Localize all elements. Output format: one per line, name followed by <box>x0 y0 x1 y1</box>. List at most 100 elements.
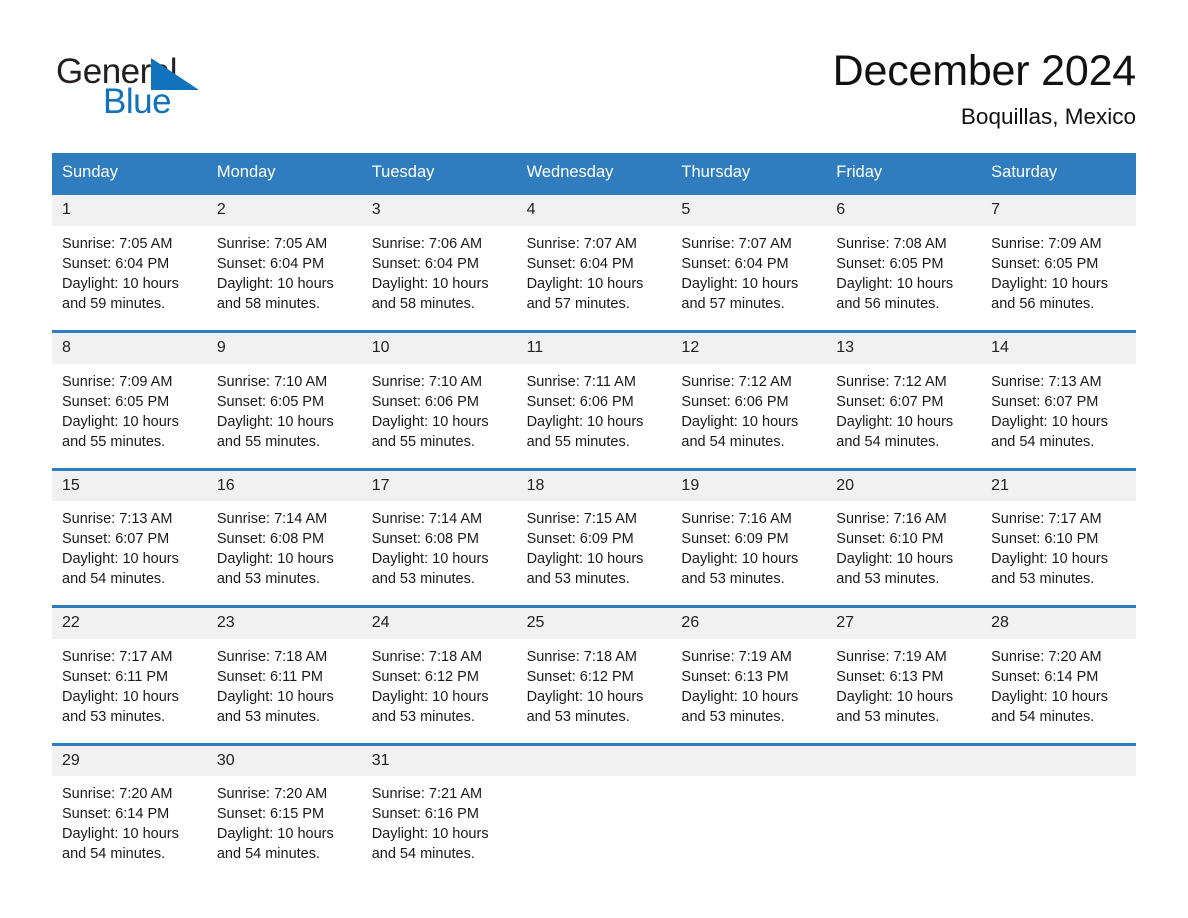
sunset-text: Sunset: 6:06 PM <box>526 393 634 410</box>
day-number[interactable]: 8 <box>52 333 207 364</box>
daylight-text-line2: and 53 minutes. <box>371 708 475 725</box>
generalblue-logo[interactable]: General Blue <box>56 46 216 119</box>
day-cell[interactable]: Sunrise: 7:10 AM Sunset: 6:05 PM Dayligh… <box>207 364 362 468</box>
day-number[interactable]: 10 <box>362 333 517 364</box>
day-cell[interactable]: Sunrise: 7:13 AM Sunset: 6:07 PM Dayligh… <box>52 501 207 605</box>
day-number[interactable]: 3 <box>362 195 517 226</box>
weekday-header-row: Sunday Monday Tuesday Wednesday Thursday… <box>52 153 1136 193</box>
day-cell[interactable]: Sunrise: 7:20 AM Sunset: 6:14 PM Dayligh… <box>981 639 1136 743</box>
sunrise-text: Sunrise: 7:12 AM <box>681 373 792 390</box>
sunset-text: Sunset: 6:04 PM <box>371 255 479 272</box>
day-cell[interactable]: Sunrise: 7:20 AM Sunset: 6:14 PM Dayligh… <box>52 776 207 880</box>
day-number[interactable]: 27 <box>826 608 981 639</box>
day-cell[interactable]: Sunrise: 7:19 AM Sunset: 6:13 PM Dayligh… <box>826 639 981 743</box>
day-cell[interactable]: Sunrise: 7:19 AM Sunset: 6:13 PM Dayligh… <box>671 639 826 743</box>
day-cell[interactable]: Sunrise: 7:15 AM Sunset: 6:09 PM Dayligh… <box>517 501 672 605</box>
daylight-text-line1: Daylight: 10 hours <box>62 551 179 568</box>
day-number[interactable]: 21 <box>981 471 1136 502</box>
day-cell[interactable]: Sunrise: 7:09 AM Sunset: 6:05 PM Dayligh… <box>981 226 1136 330</box>
day-cell[interactable]: Sunrise: 7:12 AM Sunset: 6:06 PM Dayligh… <box>671 364 826 468</box>
day-cell[interactable]: Sunrise: 7:07 AM Sunset: 6:04 PM Dayligh… <box>671 226 826 330</box>
day-cell[interactable]: Sunrise: 7:14 AM Sunset: 6:08 PM Dayligh… <box>362 501 517 605</box>
day-cell[interactable]: Sunrise: 7:14 AM Sunset: 6:08 PM Dayligh… <box>207 501 362 605</box>
day-number[interactable]: 15 <box>52 471 207 502</box>
day-cell[interactable]: Sunrise: 7:18 AM Sunset: 6:12 PM Dayligh… <box>517 639 672 743</box>
day-number-empty <box>671 746 826 777</box>
sunset-text: Sunset: 6:05 PM <box>836 255 944 272</box>
day-cell[interactable]: Sunrise: 7:09 AM Sunset: 6:05 PM Dayligh… <box>52 364 207 468</box>
day-cell[interactable]: Sunrise: 7:11 AM Sunset: 6:06 PM Dayligh… <box>517 364 672 468</box>
day-cell[interactable]: Sunrise: 7:20 AM Sunset: 6:15 PM Dayligh… <box>207 776 362 880</box>
daylight-text-line1: Daylight: 10 hours <box>526 688 644 705</box>
day-number[interactable]: 5 <box>671 195 826 226</box>
day-cell[interactable]: Sunrise: 7:08 AM Sunset: 6:05 PM Dayligh… <box>826 226 981 330</box>
daylight-text-line1: Daylight: 10 hours <box>681 688 799 705</box>
day-number[interactable]: 31 <box>362 746 517 777</box>
day-number[interactable]: 17 <box>362 471 517 502</box>
day-number[interactable]: 22 <box>52 608 207 639</box>
daylight-text-line2: and 55 minutes. <box>62 433 166 450</box>
day-cell[interactable]: Sunrise: 7:06 AM Sunset: 6:04 PM Dayligh… <box>362 226 517 330</box>
day-cell[interactable]: Sunrise: 7:10 AM Sunset: 6:06 PM Dayligh… <box>362 364 517 468</box>
day-cell[interactable]: Sunrise: 7:18 AM Sunset: 6:11 PM Dayligh… <box>207 639 362 743</box>
day-cell[interactable]: Sunrise: 7:16 AM Sunset: 6:10 PM Dayligh… <box>826 501 981 605</box>
sunset-text: Sunset: 6:04 PM <box>526 255 634 272</box>
day-number[interactable]: 30 <box>207 746 362 777</box>
day-number[interactable]: 25 <box>517 608 672 639</box>
week-daynumber-band: 8 9 10 11 12 13 14 <box>52 332 1136 364</box>
day-cell[interactable]: Sunrise: 7:17 AM Sunset: 6:11 PM Dayligh… <box>52 639 207 743</box>
sunrise-text: Sunrise: 7:19 AM <box>836 648 947 665</box>
day-number[interactable]: 7 <box>981 195 1136 226</box>
day-number[interactable]: 18 <box>517 471 672 502</box>
day-cell[interactable]: Sunrise: 7:13 AM Sunset: 6:07 PM Dayligh… <box>981 364 1136 468</box>
week-daynumber-band: 22 23 24 25 26 27 28 <box>52 608 1136 639</box>
day-cell[interactable]: Sunrise: 7:05 AM Sunset: 6:04 PM Dayligh… <box>52 226 207 330</box>
day-cell[interactable]: Sunrise: 7:16 AM Sunset: 6:09 PM Dayligh… <box>671 501 826 605</box>
week-detail-band: Sunrise: 7:13 AM Sunset: 6:07 PM Dayligh… <box>52 501 1136 606</box>
day-cell[interactable]: Sunrise: 7:21 AM Sunset: 6:16 PM Dayligh… <box>362 776 517 880</box>
day-number[interactable]: 12 <box>671 333 826 364</box>
day-cell[interactable]: Sunrise: 7:17 AM Sunset: 6:10 PM Dayligh… <box>981 501 1136 605</box>
sunset-text: Sunset: 6:11 PM <box>216 668 323 685</box>
day-number[interactable]: 26 <box>671 608 826 639</box>
day-number[interactable]: 11 <box>517 333 672 364</box>
daylight-text-line1: Daylight: 10 hours <box>62 413 179 430</box>
day-number[interactable]: 19 <box>671 471 826 502</box>
sunrise-text: Sunrise: 7:13 AM <box>62 511 173 528</box>
daylight-text-line2: and 59 minutes. <box>62 295 166 312</box>
daylight-text-line1: Daylight: 10 hours <box>371 688 489 705</box>
week-row: 15 16 17 18 19 20 21 Sunrise: 7:13 AM Su… <box>52 467 1136 606</box>
week-row: 8 9 10 11 12 13 14 Sunrise: 7:09 AM Suns… <box>52 329 1136 468</box>
daylight-text-line1: Daylight: 10 hours <box>681 275 799 292</box>
day-cell[interactable]: Sunrise: 7:12 AM Sunset: 6:07 PM Dayligh… <box>826 364 981 468</box>
day-number[interactable]: 2 <box>207 195 362 226</box>
day-number[interactable]: 20 <box>826 471 981 502</box>
day-number[interactable]: 1 <box>52 195 207 226</box>
day-cell[interactable]: Sunrise: 7:18 AM Sunset: 6:12 PM Dayligh… <box>362 639 517 743</box>
sunset-text: Sunset: 6:13 PM <box>836 668 944 685</box>
daylight-text-line1: Daylight: 10 hours <box>62 688 179 705</box>
day-number[interactable]: 4 <box>517 195 672 226</box>
weekday-header-monday: Monday <box>216 163 276 182</box>
day-number[interactable]: 23 <box>207 608 362 639</box>
day-number[interactable]: 16 <box>207 471 362 502</box>
day-number[interactable]: 14 <box>981 333 1136 364</box>
day-number-empty <box>826 746 981 777</box>
day-number[interactable]: 9 <box>207 333 362 364</box>
sunset-text: Sunset: 6:07 PM <box>836 393 944 410</box>
day-number[interactable]: 28 <box>981 608 1136 639</box>
sunrise-text: Sunrise: 7:06 AM <box>371 235 483 252</box>
daylight-text-line1: Daylight: 10 hours <box>991 688 1109 705</box>
day-cell[interactable]: Sunrise: 7:05 AM Sunset: 6:04 PM Dayligh… <box>207 226 362 330</box>
week-detail-band: Sunrise: 7:05 AM Sunset: 6:04 PM Dayligh… <box>52 225 1136 330</box>
day-number[interactable]: 29 <box>52 746 207 777</box>
day-number[interactable]: 24 <box>362 608 517 639</box>
day-number[interactable]: 6 <box>826 195 981 226</box>
day-cell[interactable]: Sunrise: 7:07 AM Sunset: 6:04 PM Dayligh… <box>517 226 672 330</box>
day-number[interactable]: 13 <box>826 333 981 364</box>
daylight-text-line2: and 54 minutes. <box>62 571 166 588</box>
sunset-text: Sunset: 6:12 PM <box>371 668 479 685</box>
sunset-text: Sunset: 6:11 PM <box>62 668 169 685</box>
sunset-text: Sunset: 6:08 PM <box>371 531 479 548</box>
daylight-text-line1: Daylight: 10 hours <box>526 413 644 430</box>
